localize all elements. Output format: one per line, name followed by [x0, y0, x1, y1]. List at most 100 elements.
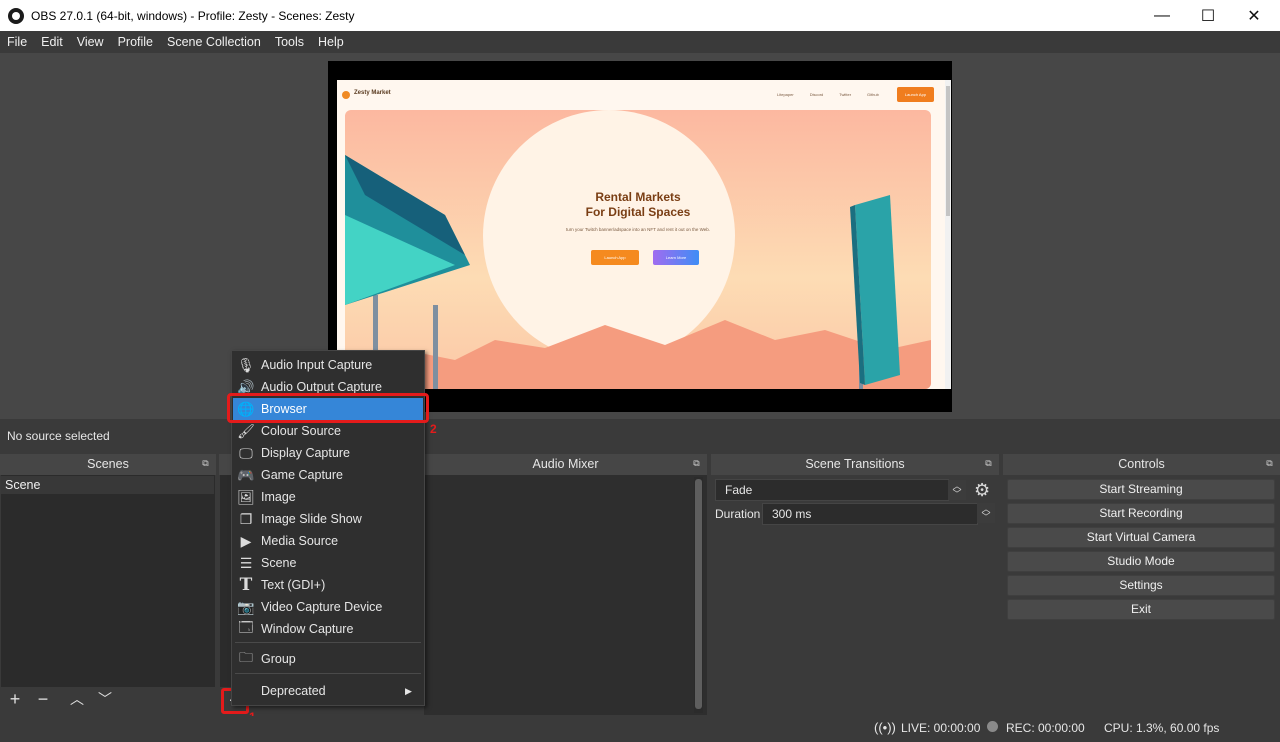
menu-item-image[interactable]: 🖼 Image	[233, 486, 423, 508]
site-nav: Zesty Market Litepaper Discord Twitter G…	[337, 80, 951, 110]
play-icon: ▶	[240, 532, 252, 549]
site-hero: Rental Markets For Digital Spaces turn y…	[345, 110, 931, 389]
hero-billboard-right	[850, 195, 900, 389]
menu-help[interactable]: Help	[311, 35, 351, 49]
menu-view[interactable]: View	[70, 35, 111, 49]
scene-transitions-header: Scene Transitions ⧉	[711, 454, 999, 475]
microphone-icon: 🎙	[237, 356, 255, 373]
gear-icon[interactable]: ⚙	[974, 480, 990, 501]
site-logo-text: Zesty Market	[354, 90, 391, 96]
menu-bar: File Edit View Profile Scene Collection …	[0, 31, 1280, 53]
hero-title: Rental Markets For Digital Spaces	[585, 190, 691, 219]
minimize-button[interactable]: —	[1139, 0, 1185, 31]
site-link: Twitter	[839, 92, 852, 97]
mixer-area	[424, 475, 707, 715]
site-link: Discord	[809, 92, 824, 97]
move-up-icon[interactable]: ︿	[68, 690, 86, 708]
exit-button[interactable]: Exit	[1007, 599, 1275, 620]
highlight-box-browser	[227, 393, 429, 423]
menu-item-text-gdi[interactable]: T Text (GDI+)	[233, 574, 423, 596]
settings-button[interactable]: Settings	[1007, 575, 1275, 596]
scenes-list[interactable]	[1, 475, 215, 687]
zesty-logo-icon	[342, 91, 350, 99]
hero-subtitle: turn your Twitch banner/adspace into an …	[565, 227, 711, 232]
browser-source-content: Zesty Market Litepaper Discord Twitter G…	[337, 80, 951, 389]
menu-item-media-source[interactable]: ▶ Media Source	[233, 530, 423, 552]
menu-item-colour-source[interactable]: 🖌 Colour Source	[233, 420, 423, 442]
scenes-header: Scenes ⧉	[0, 454, 216, 475]
window-icon: 🗔	[238, 619, 254, 635]
list-icon: ☰	[239, 554, 253, 571]
image-icon: 🖼	[237, 488, 255, 505]
menu-item-game-capture[interactable]: 🎮 Game Capture	[233, 464, 423, 486]
float-icon[interactable]: ⧉	[984, 459, 993, 468]
studio-mode-button[interactable]: Studio Mode	[1007, 551, 1275, 572]
submenu-arrow-icon: ▶	[405, 685, 412, 696]
scenes-toolbar: + − ︿ ﹀	[6, 690, 114, 708]
brush-icon: 🖌	[237, 422, 255, 439]
scene-list-item[interactable]: Scene	[1, 476, 214, 494]
site-cta: Launch App	[897, 87, 934, 102]
mixer-scrollbar[interactable]	[694, 477, 703, 713]
live-broadcast-icon: ((•))	[874, 720, 896, 735]
no-source-label: No source selected	[7, 429, 110, 443]
float-icon[interactable]: ⧉	[1265, 459, 1274, 468]
menu-edit[interactable]: Edit	[34, 35, 70, 49]
menu-separator	[235, 642, 421, 643]
status-bar: ((•)) LIVE: 00:00:00 REC: 00:00:00 CPU: …	[0, 716, 1280, 742]
hero-learn-button: Learn More	[653, 250, 699, 265]
audio-mixer-header: Audio Mixer ⧉	[424, 454, 707, 475]
audio-mixer-dock: Audio Mixer ⧉	[424, 454, 707, 716]
site-link: Github	[867, 92, 879, 97]
menu-profile[interactable]: Profile	[111, 35, 160, 49]
menu-scene-collection[interactable]: Scene Collection	[160, 35, 268, 49]
menu-item-group[interactable]: 🗀 Group	[233, 648, 423, 670]
menu-separator	[235, 673, 421, 674]
move-down-icon[interactable]: ﹀	[96, 690, 114, 708]
live-status: LIVE: 00:00:00	[901, 721, 981, 735]
text-icon: T	[239, 575, 253, 595]
site-links: Litepaper Discord Twitter Github	[777, 92, 879, 97]
menu-item-window-capture[interactable]: 🗔 Window Capture	[233, 618, 423, 640]
obs-logo-icon	[8, 7, 24, 24]
obs-window: OBS 27.0.1 (64-bit, windows) - Profile: …	[0, 0, 1280, 742]
gamepad-icon: 🎮	[237, 466, 255, 483]
title-bar: OBS 27.0.1 (64-bit, windows) - Profile: …	[0, 0, 1280, 31]
annotation-step-2: 2	[430, 422, 437, 436]
float-icon[interactable]: ⧉	[692, 459, 701, 468]
menu-item-audio-input-capture[interactable]: 🎙 Audio Input Capture	[233, 354, 423, 376]
menu-tools[interactable]: Tools	[268, 35, 311, 49]
menu-file[interactable]: File	[0, 35, 34, 49]
add-scene-icon[interactable]: +	[6, 690, 24, 708]
menu-item-image-slide-show[interactable]: ❐ Image Slide Show	[233, 508, 423, 530]
monitor-icon: 🖵	[239, 444, 253, 461]
cpu-status: CPU: 1.3%, 60.00 fps	[1104, 721, 1220, 735]
duration-field[interactable]: 300 ms	[762, 503, 978, 525]
transition-select-arrows-icon[interactable]: ︿ ﹀	[948, 480, 966, 500]
start-streaming-button[interactable]: Start Streaming	[1007, 479, 1275, 500]
duration-stepper-icon[interactable]: ︿ ﹀	[977, 503, 995, 523]
start-recording-button[interactable]: Start Recording	[1007, 503, 1275, 524]
source-toolbar: No source selected	[0, 419, 1280, 454]
menu-item-scene[interactable]: ☰ Scene	[233, 552, 423, 574]
menu-item-deprecated[interactable]: Deprecated ▶	[233, 680, 423, 702]
hero-launch-button: Launch App	[591, 250, 639, 265]
maximize-button[interactable]: ☐	[1185, 0, 1231, 31]
menu-item-video-capture-device[interactable]: 📷 Video Capture Device	[233, 596, 423, 618]
rec-status: REC: 00:00:00	[1006, 721, 1085, 735]
slideshow-icon: ❐	[239, 510, 253, 527]
remove-scene-icon[interactable]: −	[34, 690, 52, 708]
controls-header: Controls ⧉	[1003, 454, 1280, 475]
float-icon[interactable]: ⧉	[201, 459, 210, 468]
start-virtual-camera-button[interactable]: Start Virtual Camera	[1007, 527, 1275, 548]
close-button[interactable]: ✕	[1231, 0, 1277, 31]
rec-dot-icon	[987, 721, 998, 732]
preview-area: Zesty Market Litepaper Discord Twitter G…	[0, 53, 1280, 419]
transition-select[interactable]: Fade	[715, 479, 949, 501]
scenes-dock: Scenes ⧉ Scene + − ︿ ﹀	[0, 454, 216, 716]
site-scrollbar	[945, 80, 951, 389]
site-link: Litepaper	[777, 92, 794, 97]
menu-item-display-capture[interactable]: 🖵 Display Capture	[233, 442, 423, 464]
duration-label: Duration	[715, 507, 761, 521]
folder-icon: 🗀	[239, 649, 253, 665]
